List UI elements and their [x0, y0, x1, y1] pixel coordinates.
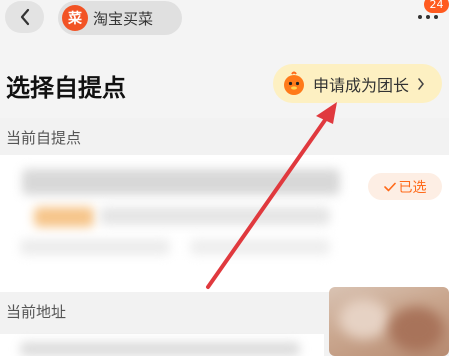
selected-label: 已选	[398, 179, 427, 196]
map-thumbnail[interactable]	[329, 287, 449, 356]
check-icon	[383, 182, 396, 191]
app-name: 淘宝买菜	[93, 9, 154, 28]
dot	[434, 15, 438, 19]
selected-badge: 已选	[368, 173, 442, 200]
app-logo: 菜	[62, 5, 88, 31]
dot	[426, 15, 430, 19]
apply-leader-button[interactable]: 申请成为团长	[273, 64, 442, 103]
blurred-map-shape	[389, 307, 444, 352]
blurred-pickup-detail	[20, 239, 170, 255]
page-title: 选择自提点	[6, 74, 126, 102]
blurred-pickup-address	[100, 207, 330, 225]
blurred-pickup-distance	[190, 239, 330, 255]
blurred-map-shape	[339, 299, 389, 339]
blurred-address-text	[20, 342, 300, 356]
current-address-section-label: 当前地址	[6, 303, 67, 321]
blurred-pickup-name	[22, 169, 340, 195]
notification-badge: 24	[424, 0, 449, 13]
address-card[interactable]	[0, 334, 324, 356]
back-button[interactable]	[5, 1, 44, 33]
dot	[418, 15, 422, 19]
blurred-pickup-tag	[34, 207, 94, 227]
apply-leader-label: 申请成为团长	[313, 75, 410, 95]
mascot-icon	[284, 71, 304, 95]
chevron-left-icon	[20, 8, 29, 26]
app-chip[interactable]: 菜 淘宝买菜	[58, 1, 182, 35]
current-pickup-section-label: 当前自提点	[6, 129, 82, 147]
chevron-right-icon	[418, 77, 424, 90]
